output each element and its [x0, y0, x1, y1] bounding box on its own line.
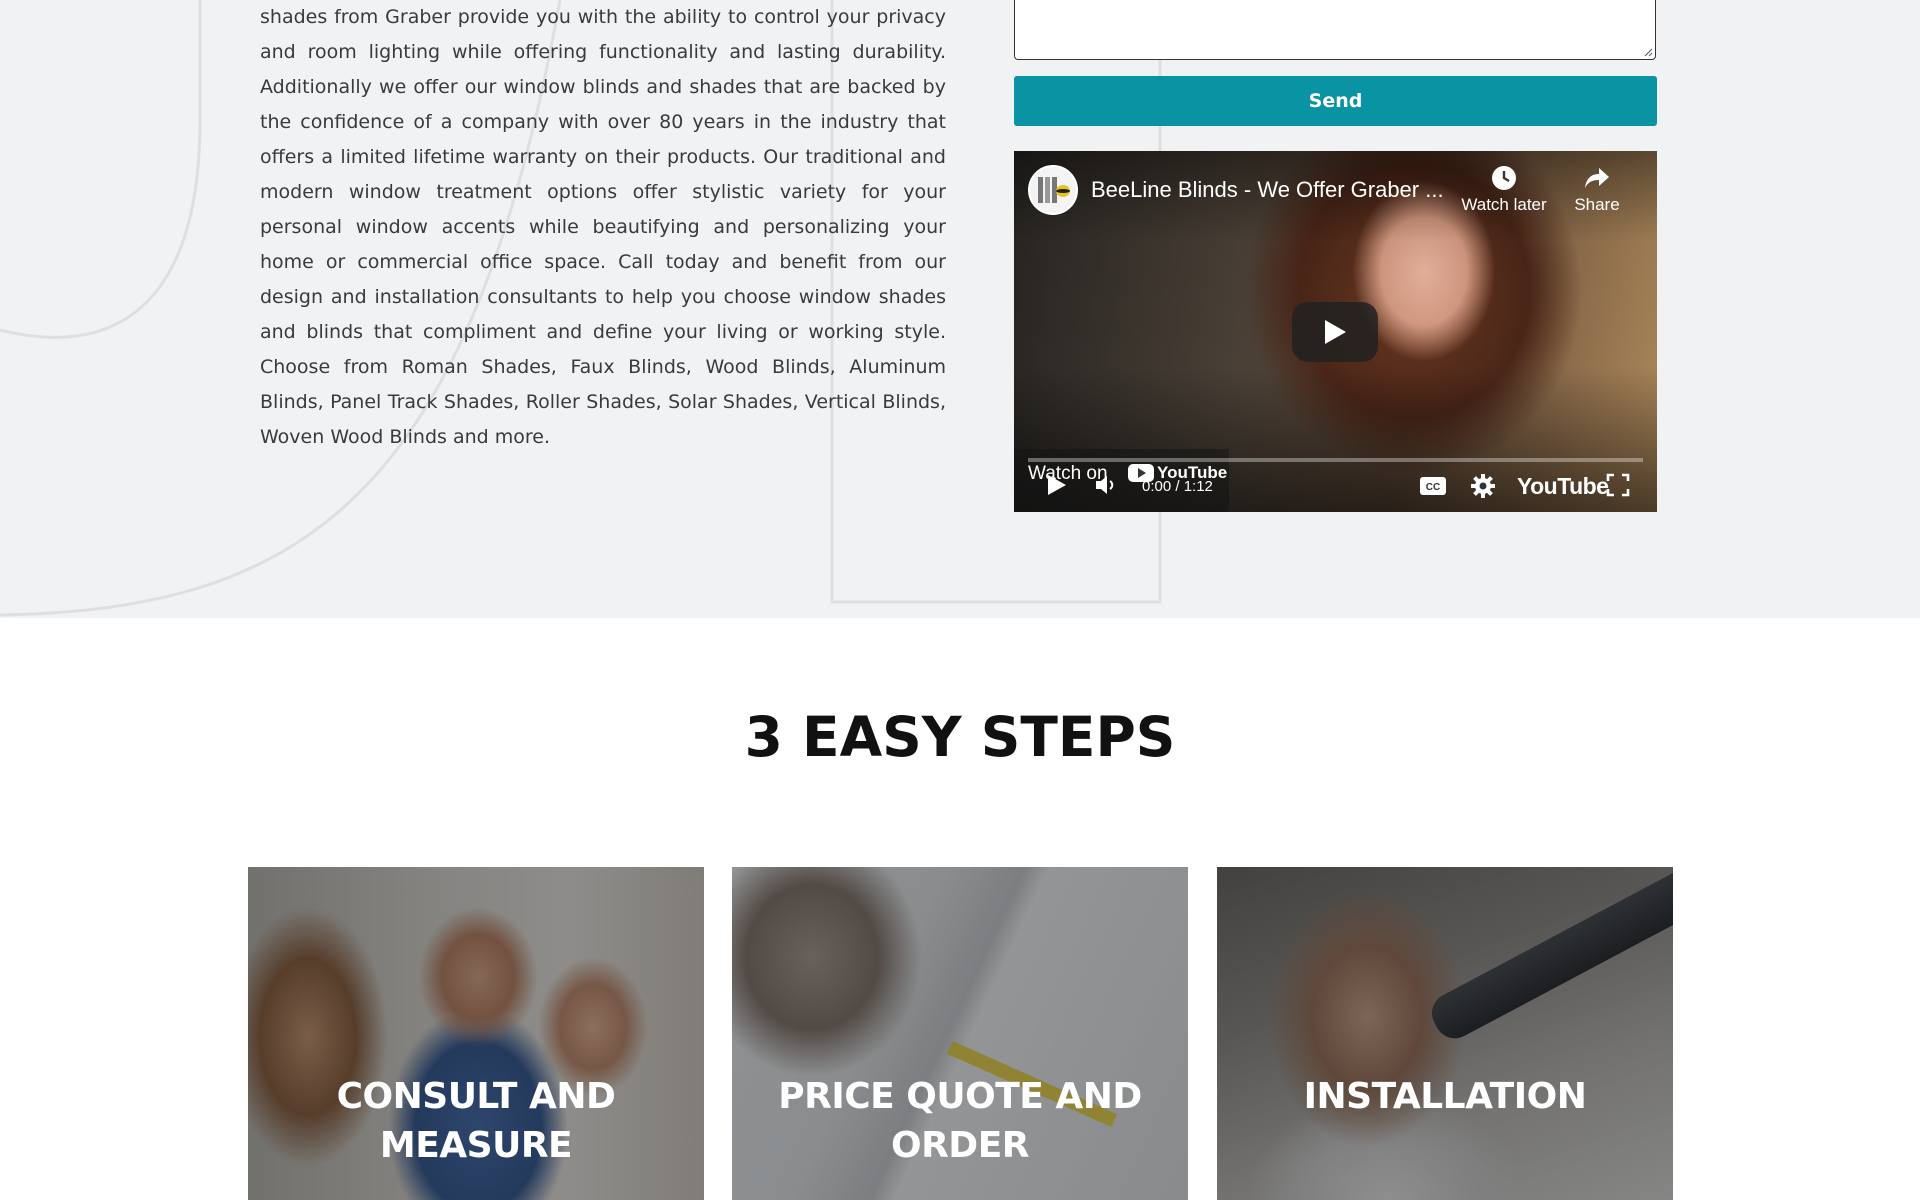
- channel-logo-icon: [1038, 177, 1070, 203]
- volume-icon[interactable]: [1094, 473, 1120, 497]
- step-label: PRICE QUOTE AND ORDER: [778, 1076, 1142, 1166]
- step-card-installation[interactable]: INSTALLATION: [1217, 867, 1673, 1200]
- intro-paragraph: shades from Graber provide you with the …: [260, 0, 946, 455]
- video-time: 0:00 / 1:12: [1142, 478, 1213, 495]
- share-icon: [1585, 168, 1609, 188]
- message-textarea[interactable]: [1014, 0, 1656, 60]
- fullscreen-icon[interactable]: [1606, 473, 1630, 497]
- intro-section: shades from Graber provide you with the …: [0, 0, 1920, 618]
- step-card-consult[interactable]: CONSULT AND MEASURE: [248, 867, 704, 1200]
- svg-text:CC: CC: [1426, 482, 1440, 493]
- youtube-brand-link[interactable]: YouTube: [1517, 473, 1609, 500]
- send-button[interactable]: Send: [1014, 76, 1657, 126]
- watch-later-label: Watch later: [1461, 195, 1547, 214]
- step-card-price-quote[interactable]: PRICE QUOTE AND ORDER: [732, 867, 1188, 1200]
- play-button[interactable]: [1292, 302, 1378, 362]
- play-icon: [1325, 320, 1346, 344]
- youtube-video-player[interactable]: BeeLine Blinds - We Offer Graber ... Wat…: [1014, 151, 1657, 512]
- intro-paragraph-text: shades from Graber provide you with the …: [260, 6, 946, 448]
- channel-avatar[interactable]: [1028, 165, 1078, 215]
- resize-grip-icon[interactable]: [1643, 47, 1653, 57]
- progress-bar[interactable]: [1028, 458, 1643, 462]
- share-label: Share: [1574, 195, 1620, 214]
- step-label: INSTALLATION: [1303, 1076, 1587, 1117]
- share-button[interactable]: Share: [1567, 165, 1627, 215]
- cc-icon[interactable]: CC: [1419, 476, 1447, 496]
- gear-icon[interactable]: [1470, 473, 1496, 499]
- watch-later-button[interactable]: Watch later: [1454, 165, 1554, 215]
- video-title[interactable]: BeeLine Blinds - We Offer Graber ...: [1091, 177, 1444, 203]
- play-control-icon[interactable]: [1046, 473, 1068, 497]
- steps-heading: 3 EASY STEPS: [744, 705, 1176, 769]
- clock-icon: [1492, 166, 1516, 190]
- step-label: CONSULT AND MEASURE: [336, 1076, 616, 1166]
